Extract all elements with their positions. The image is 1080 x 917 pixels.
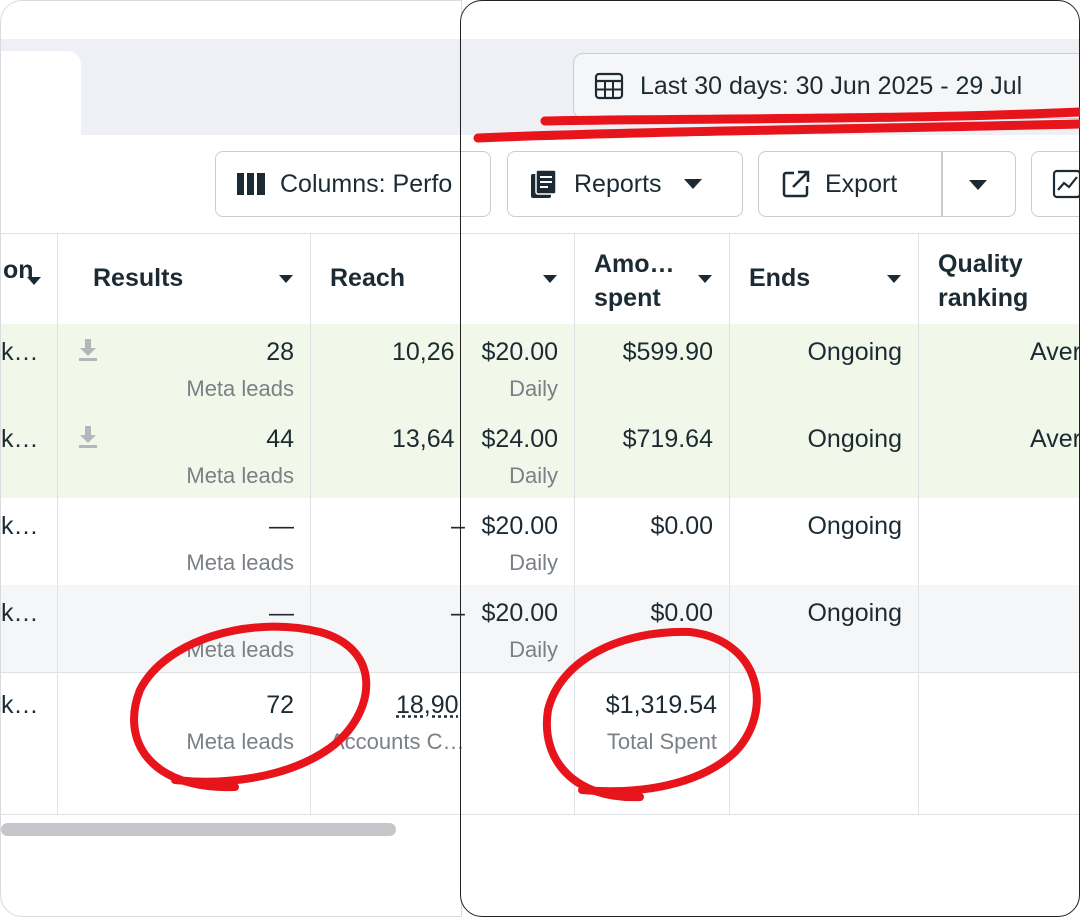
export-label: Export (825, 169, 898, 198)
header-results[interactable]: Results (57, 234, 310, 324)
ends-value: Ongoing (807, 425, 902, 453)
amount-spent-value: $719.64 (622, 425, 713, 453)
export-dropdown-icon[interactable] (969, 180, 987, 190)
columns-label: Columns: Perfo (280, 169, 453, 198)
chart-icon (1052, 169, 1079, 199)
screenshot-right-pane: Last 30 days: 30 Jun 2025 - 29 Jul Colum… (460, 0, 1080, 917)
budget-value: $20.00 (481, 599, 558, 627)
ends-value: Ongoing (807, 338, 902, 366)
budget-type: Daily (509, 376, 558, 401)
results-value: 44 (266, 425, 294, 453)
date-range-label: Last 30 days: 30 Jun 2025 - 29 Jul (640, 71, 1023, 100)
results-type: Meta leads (186, 637, 294, 662)
campaign-name[interactable]: k… (1, 512, 39, 541)
budget-value: $24.00 (481, 425, 558, 453)
results-type: Meta leads (186, 376, 294, 401)
header-reach[interactable]: Reach (310, 234, 461, 324)
budget-value: $20.00 (481, 512, 558, 540)
table-row[interactable]: k… — Meta leads – $20.00 Daily $0.00 Ong… (1, 498, 461, 585)
columns-icon (236, 172, 266, 196)
total-spent-value: $1,319.54 (605, 691, 717, 719)
budget-value: $20.00 (481, 338, 558, 366)
campaign-name[interactable]: k… (1, 599, 39, 628)
quality-value: Aver (1030, 425, 1080, 453)
amount-spent-value: $0.00 (650, 599, 713, 627)
reports-button[interactable]: Reports (507, 151, 743, 217)
header-amount-spent[interactable]: Amo… spent (574, 234, 729, 324)
sort-icon (279, 275, 293, 283)
date-range-picker[interactable]: Last 30 days: 30 Jun 2025 - 29 Jul (573, 53, 1079, 119)
quality-value: Aver (1030, 338, 1080, 366)
results-value: — (269, 512, 294, 540)
sort-icon (27, 277, 41, 285)
budget-type: Daily (509, 463, 558, 488)
column-divider (729, 233, 730, 815)
columns-button[interactable]: Columns: Perfo (461, 151, 491, 217)
total-results-type: Meta leads (186, 729, 294, 754)
table-row[interactable]: k… 28 Meta leads 10,26 $20.00 Daily $599… (1, 324, 461, 411)
table-row[interactable]: k… — Meta leads – $20.00 Daily $0.00 Ong… (461, 498, 1079, 585)
search-field[interactable] (1, 51, 81, 135)
total-name: k… (1, 691, 39, 719)
amount-spent-value: $599.90 (622, 338, 713, 366)
results-value: — (269, 599, 294, 627)
sort-icon (887, 275, 901, 283)
column-divider (918, 233, 919, 815)
columns-button[interactable]: Columns: Perfo (215, 151, 461, 217)
table-row[interactable]: k… 44 Meta leads 13,64 $24.00 Daily $719… (461, 411, 1080, 498)
screenshot-left-pane: Last 30 days: 30 Jun 2025 - 29 Jul Colum… (0, 0, 462, 917)
sort-icon (543, 275, 557, 283)
total-spent-label: Total Spent (606, 729, 717, 754)
table-row[interactable]: k… 28 Meta leads 10,26 $20.00 Daily $599… (461, 324, 1080, 411)
results-type: Meta leads (186, 550, 294, 575)
amount-spent-value: $0.00 (650, 512, 713, 540)
table-total-row: k… 72 Meta leads 18,90 Accounts C… $1,31… (1, 672, 462, 815)
chart-button[interactable] (1031, 151, 1079, 217)
campaign-name[interactable]: k… (1, 338, 39, 367)
total-reach-value[interactable]: 18,90 (396, 691, 459, 720)
column-divider (574, 233, 575, 815)
download-icon[interactable] (77, 425, 99, 454)
column-divider (310, 233, 311, 815)
export-button-group[interactable]: Export (758, 151, 1016, 217)
campaign-name[interactable]: k… (1, 425, 39, 454)
calendar-icon (594, 71, 624, 101)
table-header: on Results Reach Amo… spent Ends (461, 234, 1079, 324)
total-reach-type: Accounts C… (330, 729, 462, 754)
budget-type: Daily (509, 550, 558, 575)
results-type: Meta leads (186, 463, 294, 488)
ends-value: Ongoing (807, 512, 902, 540)
export-icon (781, 169, 811, 199)
button-divider (941, 152, 943, 216)
reports-label: Reports (574, 169, 662, 198)
reports-icon (528, 168, 560, 200)
column-divider (57, 233, 58, 815)
download-icon[interactable] (77, 338, 99, 367)
table-row[interactable]: k… — Meta leads – $20.00 Daily $0.00 Ong… (461, 585, 1079, 672)
table-header: on Results Reach Amo… spent Ends (1, 234, 461, 324)
reach-value: 13,64 (392, 425, 455, 453)
table-row[interactable]: k… 44 Meta leads 13,64 $24.00 Daily $719… (1, 411, 461, 498)
header-campaign[interactable]: on (1, 234, 57, 324)
chevron-down-icon (683, 179, 702, 189)
sort-icon (698, 275, 712, 283)
header-quality-ranking[interactable]: Quality ranking (918, 234, 1079, 324)
results-value: 28 (266, 338, 294, 366)
table-row[interactable]: k… — Meta leads – $20.00 Daily $0.00 Ong… (1, 585, 461, 672)
header-ends[interactable]: Ends (729, 234, 918, 324)
table-total-row: k… 72 Meta leads 18,90 Accounts C… $1,31… (461, 672, 1079, 815)
total-results-value: 72 (266, 691, 294, 719)
ends-value: Ongoing (807, 599, 902, 627)
total-reach-type: Accounts C… (461, 729, 465, 755)
horizontal-scrollbar[interactable] (1, 823, 396, 836)
reach-value: 10,26 (392, 338, 455, 366)
header-budget[interactable] (465, 234, 574, 324)
budget-type: Daily (509, 637, 558, 662)
